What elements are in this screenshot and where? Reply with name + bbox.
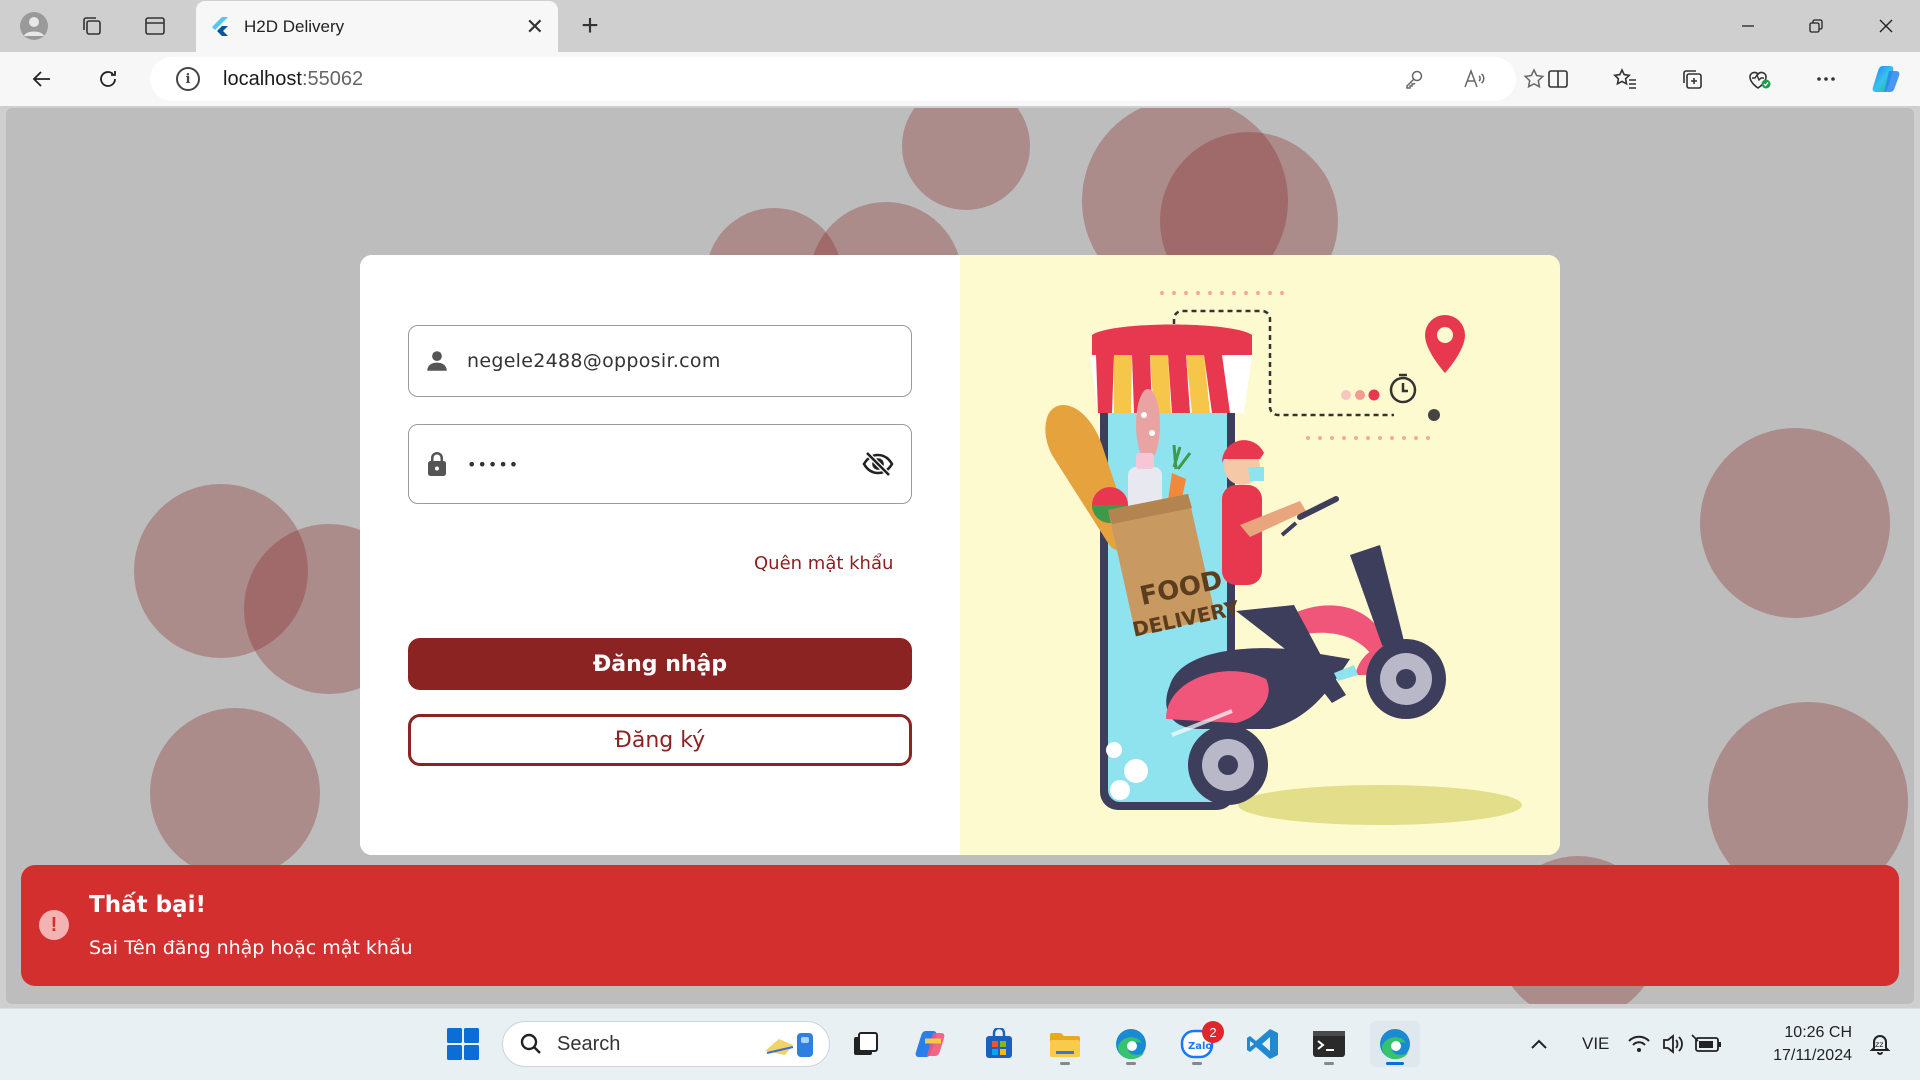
- profile-icon[interactable]: [14, 8, 54, 44]
- search-icon: [520, 1033, 541, 1054]
- edge-active-icon[interactable]: [1370, 1021, 1420, 1067]
- system-tray-status[interactable]: [1626, 1021, 1726, 1067]
- food-delivery-illustration: FOOD DELIVERY: [1045, 291, 1522, 825]
- wifi-volume-battery-icon: [1628, 1034, 1721, 1054]
- windows-taskbar: Search Zalo 2 VIE 10:26 CH 17/11/2024 zz: [0, 1008, 1920, 1080]
- password-field[interactable]: [408, 424, 912, 504]
- notification-bell-icon[interactable]: zz: [1858, 1021, 1902, 1067]
- user-icon: [423, 347, 451, 375]
- zalo-icon[interactable]: Zalo 2: [1172, 1021, 1224, 1067]
- svg-text:zz: zz: [1875, 1040, 1883, 1049]
- search-highlight-icon: [765, 1033, 813, 1057]
- background-bubble: [150, 708, 320, 878]
- file-explorer-icon[interactable]: [1040, 1021, 1090, 1067]
- svg-text:Zalo: Zalo: [1188, 1041, 1212, 1052]
- lock-icon: [423, 450, 451, 478]
- flutter-icon: [212, 16, 228, 36]
- new-tab-button[interactable]: +: [572, 8, 608, 44]
- minimize-button[interactable]: [1714, 6, 1782, 46]
- url-text: localhost:55062: [223, 67, 364, 90]
- taskbar-search-box[interactable]: Search: [502, 1021, 830, 1067]
- running-indicator: [1060, 1062, 1070, 1065]
- password-input[interactable]: [467, 454, 851, 474]
- background-bubble: [902, 108, 1030, 210]
- back-icon[interactable]: [22, 59, 62, 99]
- login-form: Quên mật khẩu Đăng nhập Đăng ký: [360, 255, 960, 855]
- search-label: Search: [557, 1032, 621, 1055]
- login-card: Quên mật khẩu Đăng nhập Đăng ký: [360, 255, 1560, 855]
- terminal-icon[interactable]: [1304, 1021, 1354, 1067]
- running-indicator: [1126, 1062, 1136, 1065]
- task-view-icon[interactable]: [840, 1021, 890, 1067]
- copilot-app-icon[interactable]: [906, 1021, 956, 1067]
- collections-icon[interactable]: [1672, 59, 1712, 99]
- system-clock[interactable]: 10:26 CH 17/11/2024: [1752, 1021, 1852, 1067]
- more-menu-icon[interactable]: [1806, 59, 1846, 99]
- snackbar-message: Sai Tên đăng nhập hoặc mật khẩu: [89, 937, 413, 959]
- show-hidden-icons-chevron-icon[interactable]: [1514, 1021, 1564, 1067]
- register-button[interactable]: Đăng ký: [408, 714, 912, 766]
- username-input[interactable]: [467, 350, 851, 372]
- workspaces-icon[interactable]: [72, 8, 112, 44]
- notification-badge: 2: [1202, 1021, 1224, 1043]
- close-tab-icon[interactable]: ✕: [526, 14, 544, 40]
- clock-date: 17/11/2024: [1773, 1047, 1852, 1064]
- snackbar-title: Thất bại!: [89, 892, 206, 918]
- edge-icon[interactable]: [1106, 1021, 1156, 1067]
- refresh-icon[interactable]: [88, 59, 128, 99]
- tab-title: H2D Delivery: [244, 16, 345, 36]
- username-field[interactable]: [408, 325, 912, 397]
- error-snackbar: ! Thất bại! Sai Tên đăng nhập hoặc mật k…: [21, 865, 1899, 986]
- site-info-icon[interactable]: i: [176, 67, 200, 91]
- browser-toolbar: i localhost:55062: [0, 52, 1920, 106]
- read-aloud-icon[interactable]: [1456, 64, 1492, 94]
- favorites-icon[interactable]: [1605, 59, 1645, 99]
- microsoft-store-icon[interactable]: [974, 1021, 1024, 1067]
- error-alert-icon: !: [39, 910, 69, 940]
- close-window-button[interactable]: [1852, 6, 1920, 46]
- language-indicator[interactable]: VIE: [1582, 1034, 1609, 1054]
- page-viewport: Quên mật khẩu Đăng nhập Đăng ký: [6, 108, 1914, 1004]
- browser-essentials-icon[interactable]: [1739, 59, 1779, 99]
- clock-time: 10:26 CH: [1784, 1024, 1852, 1041]
- split-screen-icon[interactable]: [1538, 59, 1578, 99]
- vscode-icon[interactable]: [1238, 1021, 1288, 1067]
- background-bubble: [1700, 428, 1890, 618]
- browser-tab-bar: H2D Delivery ✕ +: [0, 0, 1920, 52]
- visibility-off-icon[interactable]: [861, 450, 895, 478]
- running-indicator: [1192, 1062, 1202, 1065]
- address-bar[interactable]: i localhost:55062: [150, 57, 1545, 101]
- login-button[interactable]: Đăng nhập: [408, 638, 912, 690]
- active-indicator: [1386, 1062, 1404, 1065]
- restore-button[interactable]: [1782, 6, 1850, 46]
- tab-actions-icon[interactable]: [135, 8, 175, 44]
- delivery-illustration-panel: FOOD DELIVERY: [960, 255, 1560, 855]
- running-indicator: [1324, 1062, 1334, 1065]
- start-button[interactable]: [438, 1021, 488, 1067]
- password-key-icon[interactable]: [1396, 64, 1432, 94]
- active-tab[interactable]: H2D Delivery ✕: [196, 1, 558, 52]
- copilot-icon[interactable]: [1866, 59, 1906, 99]
- forgot-password-link[interactable]: Quên mật khẩu: [754, 553, 893, 574]
